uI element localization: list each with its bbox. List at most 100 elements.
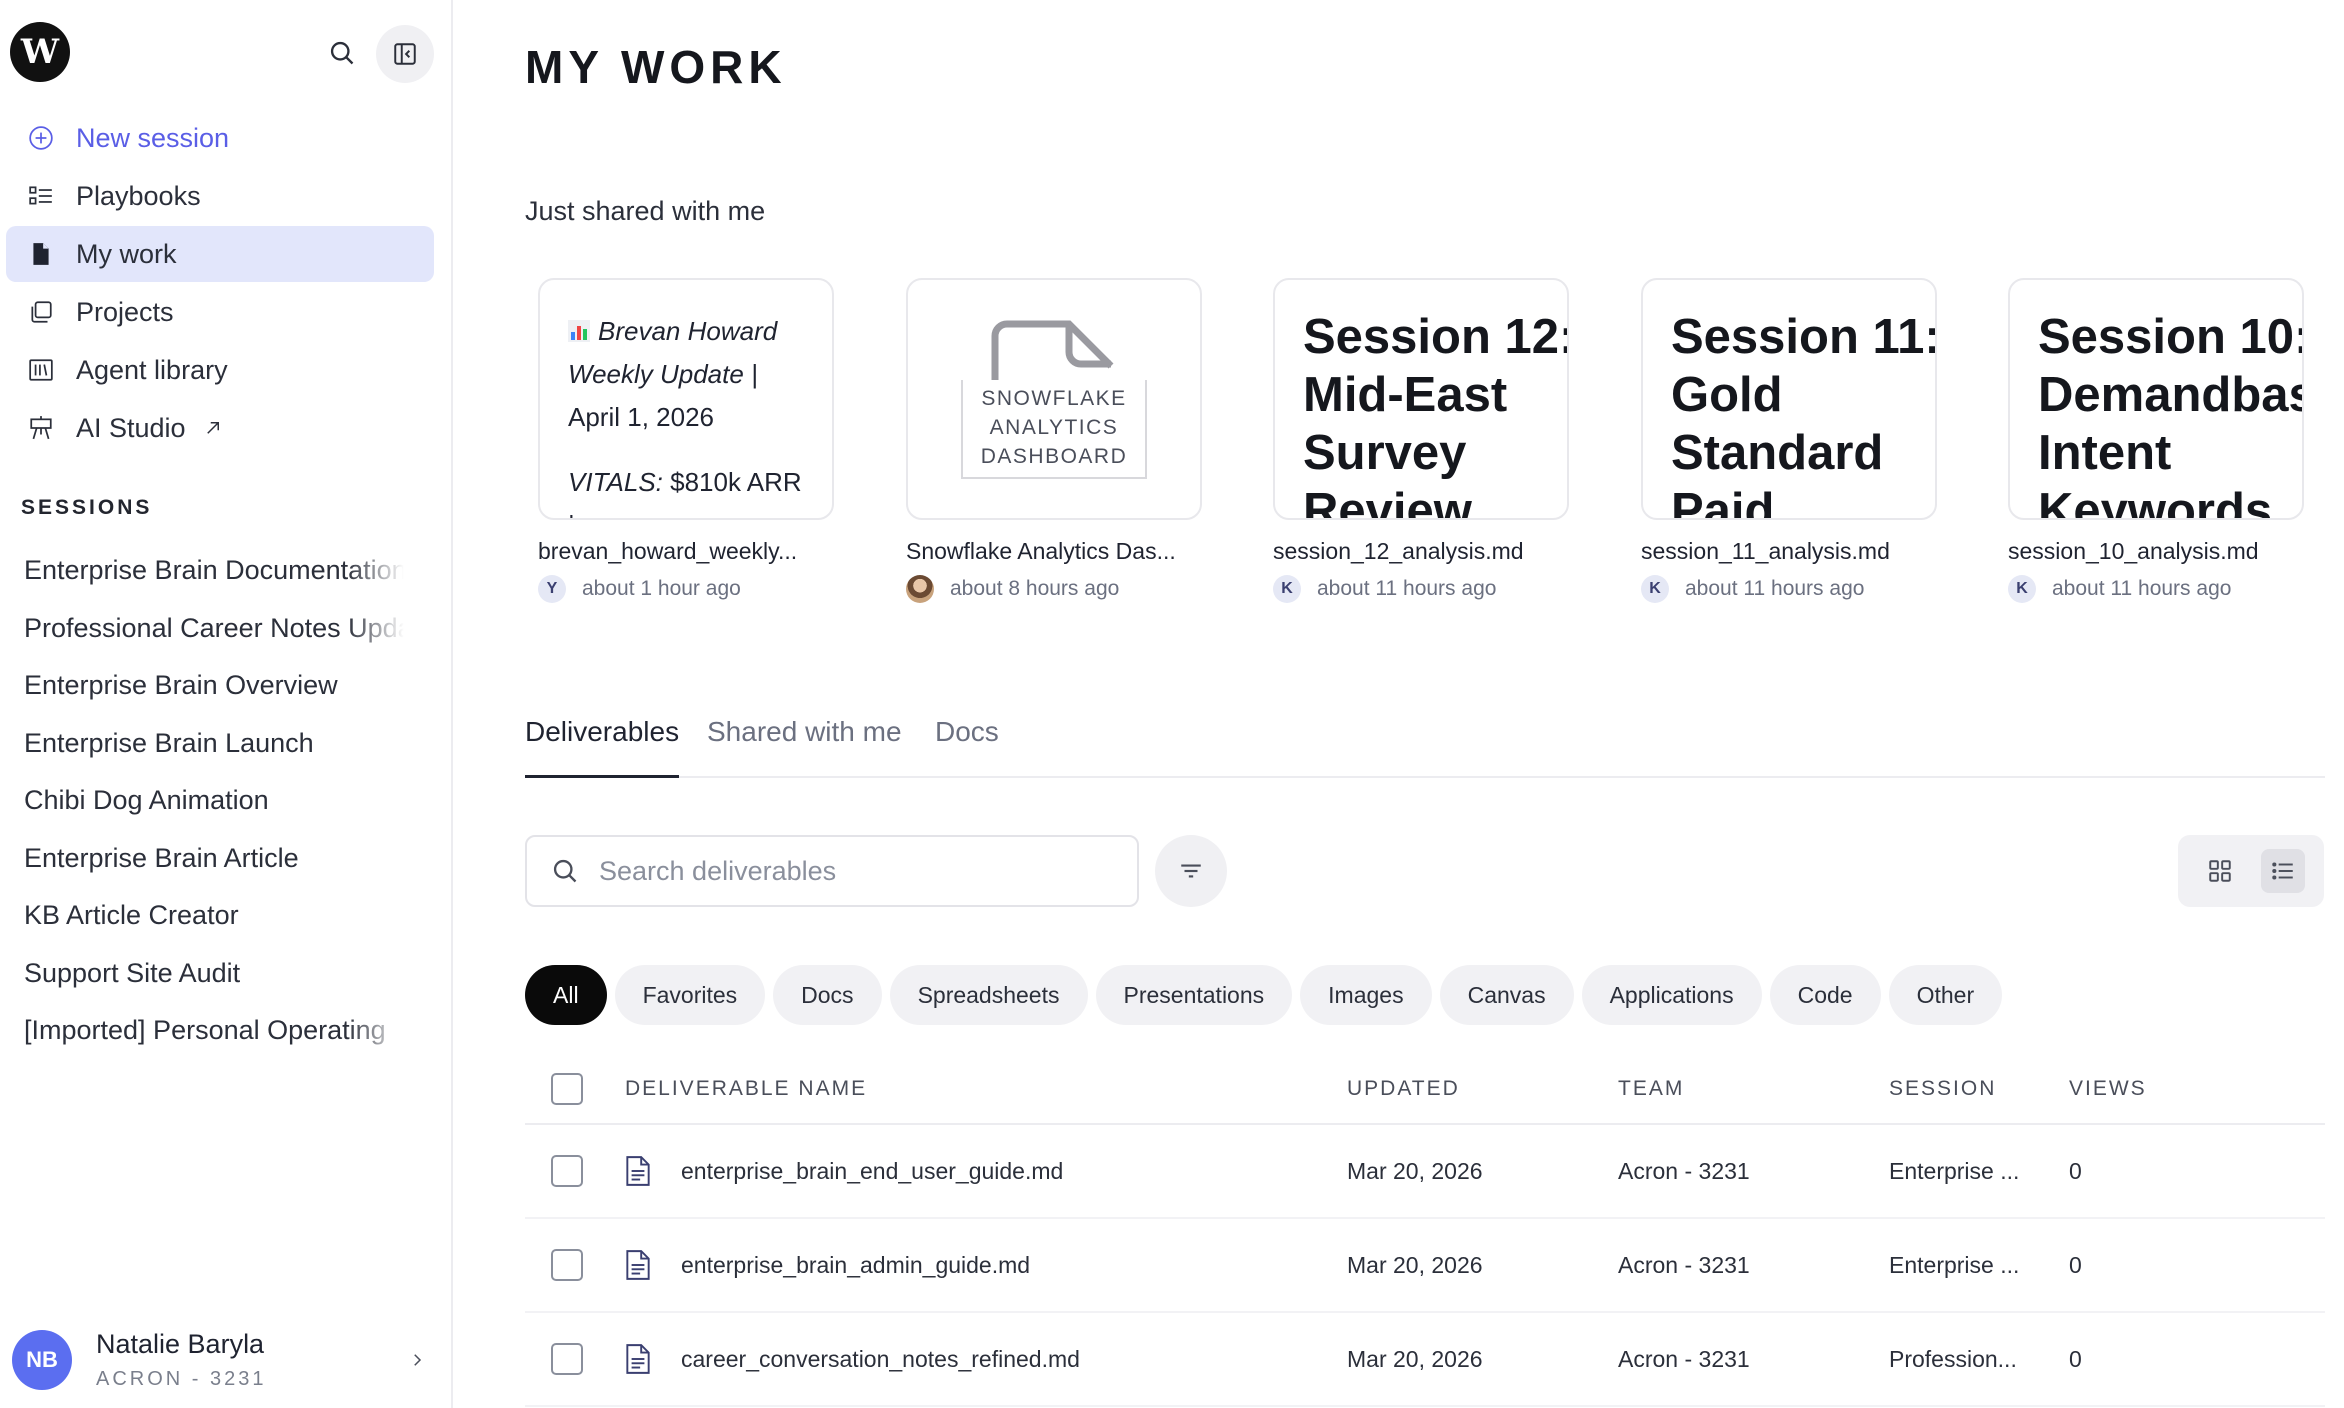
tab-docs[interactable]: Docs: [935, 716, 999, 778]
thumb-line: Standard: [1671, 426, 1884, 480]
table-row[interactable]: enterprise_brain_end_user_guide.md Mar 2…: [525, 1125, 2325, 1219]
deliverable-name[interactable]: career_conversation_notes_refined.md: [681, 1346, 1080, 1373]
sidebar-item-playbooks[interactable]: Playbooks: [6, 168, 434, 224]
session-item[interactable]: Support Site Audit: [24, 945, 404, 1003]
select-all-checkbox[interactable]: [551, 1073, 583, 1105]
deliverable-name[interactable]: enterprise_brain_admin_guide.md: [681, 1252, 1030, 1279]
shared-card[interactable]: Session 12: Mid-East Survey Review sessi…: [1273, 278, 1569, 603]
document-icon: [26, 239, 56, 269]
chip-other[interactable]: Other: [1888, 965, 2003, 1025]
checklist-icon: [26, 181, 56, 211]
file-text-icon: [625, 1249, 655, 1281]
card-thumbnail: Session 12: Mid-East Survey Review: [1273, 278, 1569, 520]
card-name: brevan_howard_weekly...: [538, 538, 798, 564]
table-row[interactable]: enterprise_brain_admin_guide.md Mar 20, …: [525, 1219, 2325, 1313]
table-row[interactable]: career_conversation_notes_refined.md Mar…: [525, 1313, 2325, 1407]
sidebar-item-projects[interactable]: Projects: [6, 284, 434, 340]
shared-card[interactable]: SNOWFLAKE ANALYTICS DASHBOARD Snowflake …: [906, 278, 1202, 603]
thumb-line: Intent: [2038, 426, 2172, 480]
cell-updated: Mar 20, 2026: [1347, 1157, 1483, 1184]
chip-applications[interactable]: Applications: [1581, 965, 1762, 1025]
easel-icon: [26, 413, 56, 443]
card-thumbnail: Session 11: Gold Standard Paid: [1641, 278, 1937, 520]
filter-button[interactable]: [1155, 835, 1227, 907]
folders-icon: [26, 297, 56, 327]
column-header-name[interactable]: DELIVERABLE NAME: [625, 1077, 1347, 1101]
chip-spreadsheets[interactable]: Spreadsheets: [889, 965, 1088, 1025]
chip-favorites[interactable]: Favorites: [614, 965, 766, 1025]
sidebar-item-label: My work: [76, 238, 177, 269]
card-time: about 8 hours ago: [950, 577, 1120, 600]
cell-team: Acron - 3231: [1618, 1251, 1750, 1278]
avatar: Y: [538, 575, 566, 603]
file-text-icon: [625, 1155, 655, 1187]
column-header-updated[interactable]: UPDATED: [1347, 1077, 1618, 1101]
cell-session: Profession...: [1889, 1345, 2017, 1372]
cell-team: Acron - 3231: [1618, 1157, 1750, 1184]
app-logo[interactable]: W: [10, 22, 70, 82]
grid-view-button[interactable]: [2198, 849, 2242, 893]
chip-docs[interactable]: Docs: [773, 965, 882, 1025]
session-item[interactable]: Enterprise Brain Overview: [24, 657, 404, 715]
card-time: about 11 hours ago: [1317, 577, 1497, 600]
row-checkbox[interactable]: [551, 1155, 583, 1187]
column-header-team[interactable]: TEAM: [1618, 1077, 1889, 1101]
sidebar-item-my-work[interactable]: My work: [6, 226, 434, 282]
file-text-icon: [625, 1343, 655, 1375]
sessions-list: Enterprise Brain Documentation Professio…: [24, 542, 404, 1060]
table-header: DELIVERABLE NAME UPDATED TEAM SESSION VI…: [525, 1055, 2325, 1125]
thumb-line: ANALYTICS: [989, 415, 1119, 439]
cell-team: Acron - 3231: [1618, 1345, 1750, 1372]
main-content: MY WORK Just shared with me Brevan Howar…: [455, 0, 2344, 1408]
chip-images[interactable]: Images: [1300, 965, 1432, 1025]
list-view-button[interactable]: [2260, 849, 2305, 893]
session-item[interactable]: Professional Career Notes Update: [24, 600, 404, 658]
sidebar-item-label: Projects: [76, 296, 174, 327]
sidebar-item-label: Agent library: [76, 354, 228, 385]
thumb-line: Session 11:: [1671, 310, 1937, 364]
thumb-date: April 1, 2026: [568, 402, 714, 432]
chip-canvas[interactable]: Canvas: [1439, 965, 1574, 1025]
sidebar-item-ai-studio[interactable]: AI Studio: [6, 400, 434, 456]
deliverable-name[interactable]: enterprise_brain_end_user_guide.md: [681, 1158, 1063, 1185]
sidebar-nav: New session Playbooks My work Projects A…: [6, 110, 434, 458]
session-item[interactable]: Chibi Dog Animation: [24, 772, 404, 830]
chip-presentations[interactable]: Presentations: [1095, 965, 1293, 1025]
column-header-session[interactable]: SESSION: [1889, 1077, 2069, 1101]
avatar: K: [1641, 575, 1669, 603]
shared-card[interactable]: Brevan Howard Weekly Update | April 1, 2…: [538, 278, 834, 603]
sidebar-item-new-session[interactable]: New session: [6, 110, 434, 166]
thumb-line: Paid: [1671, 484, 1775, 520]
thumb-line: Survey: [1303, 426, 1467, 480]
session-item[interactable]: [Imported] Personal Operating: [24, 1002, 404, 1060]
session-item[interactable]: Enterprise Brain Article: [24, 830, 404, 888]
chip-all[interactable]: All: [525, 965, 607, 1025]
search-field: [525, 835, 1139, 907]
filter-icon: [1181, 864, 1201, 878]
cell-views: 0: [2069, 1157, 2082, 1184]
grid-icon: [2208, 860, 2231, 882]
sidebar-collapse-icon: [394, 43, 416, 65]
search-input[interactable]: [599, 855, 1119, 887]
column-header-views[interactable]: VIEWS: [2069, 1077, 2189, 1101]
shared-card[interactable]: Session 10: Demandbase Intent Keywords s…: [2008, 278, 2304, 603]
collapse-sidebar-button[interactable]: [376, 25, 434, 83]
session-item[interactable]: Enterprise Brain Launch: [24, 715, 404, 773]
search-icon: [553, 859, 577, 883]
thumb-line: Review: [1303, 484, 1472, 520]
tab-shared-with-me[interactable]: Shared with me: [707, 716, 902, 778]
session-item[interactable]: KB Article Creator: [24, 887, 404, 945]
sidebar-item-agent-library[interactable]: Agent library: [6, 342, 434, 398]
row-checkbox[interactable]: [551, 1343, 583, 1375]
cell-updated: Mar 20, 2026: [1347, 1345, 1483, 1372]
avatar: [906, 575, 934, 603]
session-item[interactable]: Enterprise Brain Documentation: [24, 542, 404, 600]
search-icon[interactable]: [318, 32, 366, 74]
chip-code[interactable]: Code: [1769, 965, 1881, 1025]
card-thumbnail: Brevan Howard Weekly Update | April 1, 2…: [538, 278, 834, 520]
shared-card[interactable]: Session 11: Gold Standard Paid session_1…: [1641, 278, 1937, 603]
sidebar-item-label: New session: [76, 122, 230, 153]
tab-deliverables[interactable]: Deliverables: [525, 716, 680, 778]
row-checkbox[interactable]: [551, 1249, 583, 1281]
user-profile[interactable]: NB Natalie Baryla ACRON - 3231: [12, 1320, 432, 1400]
